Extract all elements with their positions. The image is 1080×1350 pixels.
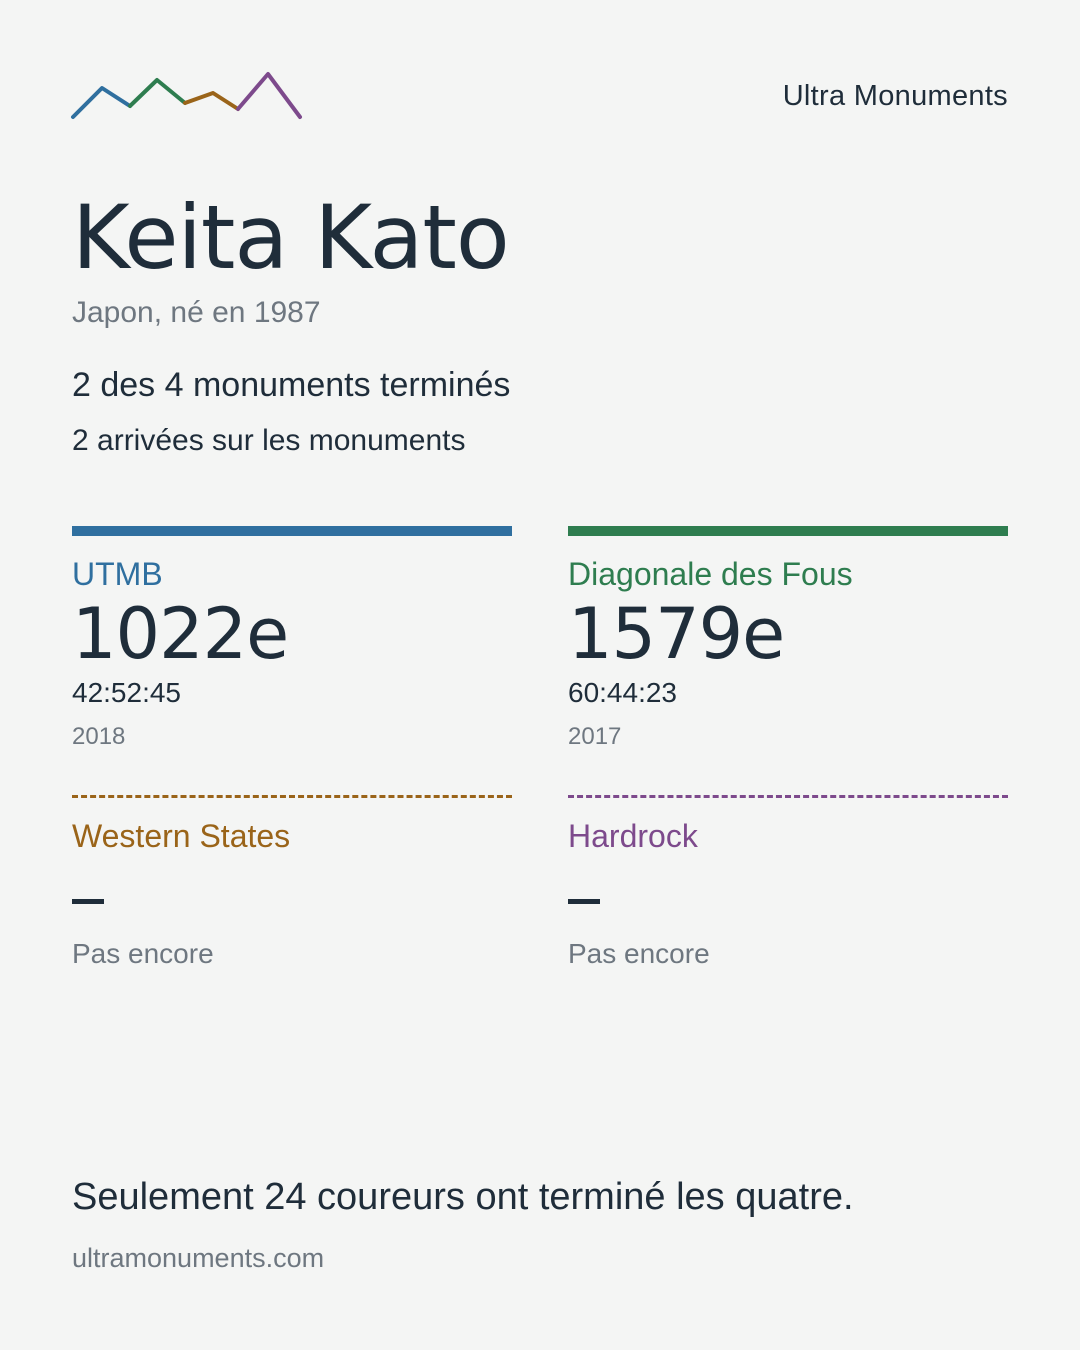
race-name: Diagonale des Fous	[568, 556, 853, 592]
not-finished-dash	[568, 899, 600, 904]
runner-subtitle: Japon, né en 1987	[72, 296, 321, 329]
footer-statement: Seulement 24 coureurs ont terminé les qu…	[72, 1176, 854, 1218]
monuments-summary: 2 des 4 monuments terminés	[72, 366, 511, 404]
race-name: UTMB	[72, 556, 163, 592]
race-rank: 1579e	[568, 593, 785, 675]
race-year: 2018	[72, 723, 126, 750]
race-card-utmb: UTMB 1022e 42:52:45 2018	[72, 526, 512, 751]
race-card-western-states: Western States Pas encore	[72, 795, 512, 970]
race-year: 2017	[568, 723, 622, 750]
not-finished-dash	[72, 899, 104, 904]
race-status: Pas encore	[72, 938, 214, 969]
race-card-hardrock: Hardrock Pas encore	[568, 795, 1008, 970]
footer-url: ultramonuments.com	[72, 1243, 325, 1273]
race-color-bar	[72, 795, 512, 798]
mountain-ridge-logo	[71, 72, 302, 119]
brand-name: Ultra Monuments	[782, 80, 1008, 112]
race-color-bar	[72, 526, 512, 536]
race-color-bar	[568, 526, 1008, 536]
race-status: Pas encore	[568, 938, 710, 969]
runner-name: Keita Kato	[72, 186, 510, 289]
race-rank: 1022e	[72, 593, 289, 675]
finishes-summary: 2 arrivées sur les monuments	[72, 424, 466, 457]
race-name: Western States	[72, 818, 291, 854]
race-card-diagonale: Diagonale des Fous 1579e 60:44:23 2017	[568, 526, 1008, 751]
race-time: 60:44:23	[568, 677, 677, 708]
race-name: Hardrock	[568, 818, 698, 854]
race-color-bar	[568, 795, 1008, 798]
race-time: 42:52:45	[72, 677, 181, 708]
